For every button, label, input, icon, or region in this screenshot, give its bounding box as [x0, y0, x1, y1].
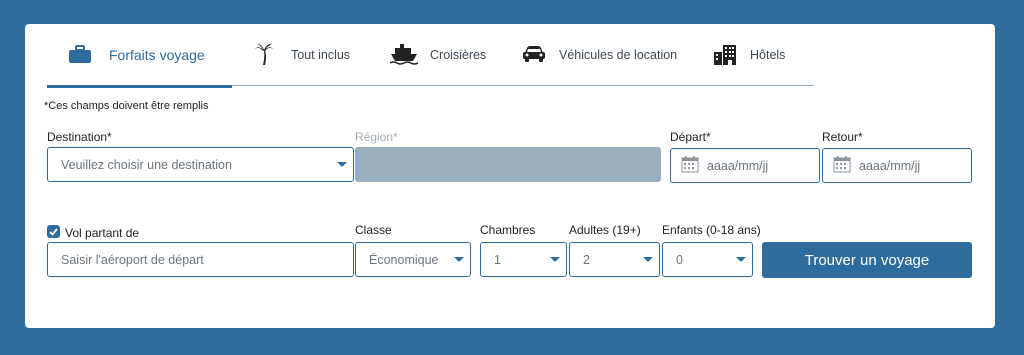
region-select[interactable]: [355, 147, 661, 182]
classe-value: Économique: [369, 252, 439, 267]
chambres-select[interactable]: 1: [480, 242, 567, 277]
find-trip-button[interactable]: Trouver un voyage: [762, 242, 972, 278]
adultes-label: Adultes (19+): [569, 223, 641, 237]
chevron-down-icon: [337, 162, 347, 167]
tab-label: Croisières: [430, 48, 487, 62]
enfants-select[interactable]: 0: [662, 242, 753, 277]
tab-label: Forfaits voyage: [109, 47, 205, 63]
flight-checkbox[interactable]: [47, 225, 60, 238]
retour-placeholder: aaaa/mm/jj: [859, 158, 921, 173]
departure-airport-placeholder: Saisir l'aéroport de départ: [61, 252, 204, 267]
chambres-value: 1: [494, 252, 501, 267]
enfants-label: Enfants (0-18 ans): [662, 223, 761, 237]
destination-select[interactable]: Veuillez choisir une destination: [47, 147, 354, 182]
tab-label: Tout inclus: [291, 48, 351, 62]
enfants-value: 0: [676, 252, 683, 267]
search-widget: Forfaits voyage Tout inclus Croisières V…: [25, 24, 995, 328]
palm-tree-icon: [255, 43, 273, 68]
depart-label: Départ*: [670, 130, 711, 144]
region-label: Région*: [355, 130, 398, 144]
chevron-down-icon: [454, 257, 464, 262]
calendar-icon: [833, 155, 851, 176]
depart-placeholder: aaaa/mm/jj: [707, 158, 769, 173]
tab-forfaits-voyage[interactable]: Forfaits voyage: [47, 24, 232, 88]
retour-label: Retour*: [822, 130, 863, 144]
tab-vehicules-location[interactable]: Véhicules de location: [523, 24, 677, 86]
chevron-down-icon: [643, 257, 653, 262]
tab-croisieres[interactable]: Croisières: [389, 24, 487, 86]
tab-label: Véhicules de location: [559, 48, 678, 62]
chevron-down-icon: [550, 257, 560, 262]
depart-date-field[interactable]: aaaa/mm/jj: [670, 148, 820, 183]
destination-placeholder: Veuillez choisir une destination: [61, 157, 232, 172]
retour-date-field[interactable]: aaaa/mm/jj: [822, 148, 972, 183]
ship-icon: [389, 43, 419, 68]
classe-select[interactable]: Économique: [355, 242, 471, 277]
destination-label: Destination*: [47, 130, 112, 144]
tab-bar: Forfaits voyage Tout inclus Croisières V…: [47, 24, 814, 88]
car-icon: [523, 45, 545, 66]
hotel-icon: [714, 43, 736, 68]
suitcase-icon: [69, 44, 91, 66]
adultes-select[interactable]: 2: [569, 242, 660, 277]
flight-label: Vol partant de: [65, 226, 140, 240]
chevron-down-icon: [736, 257, 746, 262]
tab-hotels[interactable]: Hôtels: [714, 24, 785, 86]
chambres-label: Chambres: [480, 223, 536, 237]
required-fields-note: *Ces champs doivent être remplis: [44, 100, 209, 112]
tab-label: Hôtels: [750, 48, 786, 62]
adultes-value: 2: [583, 252, 590, 267]
checkmark-icon: [49, 227, 58, 236]
classe-label: Classe: [355, 223, 392, 237]
tab-tout-inclus[interactable]: Tout inclus: [255, 24, 350, 86]
calendar-icon: [681, 155, 699, 176]
departure-airport-input[interactable]: Saisir l'aéroport de départ: [47, 242, 354, 277]
